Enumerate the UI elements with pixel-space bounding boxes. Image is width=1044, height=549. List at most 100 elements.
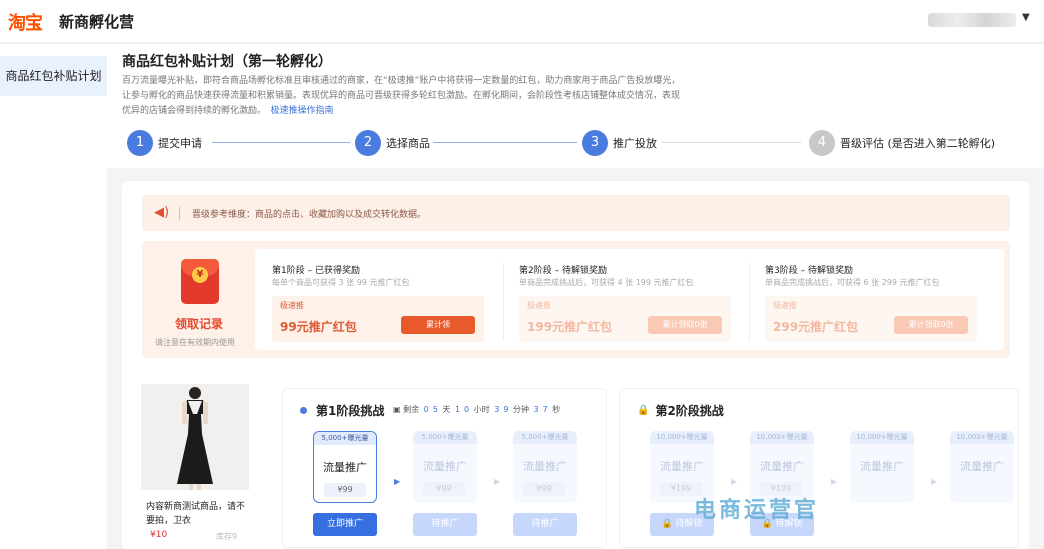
coupon-tag: 极速推	[527, 301, 551, 310]
watermark: 电商运营官	[694, 498, 820, 523]
promo-option[interactable]: 5,000+曝光量 流量推广 ¥99	[413, 431, 477, 503]
reward-stage-sub: 单商品完成挑战后，可获得 4 张 199 元推广红包	[519, 278, 694, 287]
active-dot-icon	[300, 407, 307, 414]
exposure-label: 5,000+曝光量	[314, 432, 376, 445]
promo-option[interactable]: 5,000+曝光量 流量推广 ¥99	[313, 431, 377, 503]
reward-stage-2: 第2阶段 – 待解锁奖励 单商品完成挑战后，可获得 4 张 199 元推广红包 …	[519, 263, 749, 343]
notice-bar: ◀) 晋级参考维度：商品的点击、收藏加购以及成交转化数据。	[142, 195, 1010, 231]
exposure-label: 10,000+曝光量	[950, 431, 1014, 444]
page-title: 商品红包补贴计划（第一轮孵化）	[122, 54, 332, 70]
sidebar-item-red-packet-plan[interactable]: 商品红包补贴计划	[0, 56, 107, 96]
step-label: 晋级评估 (是否进入第二轮孵化)	[840, 137, 996, 150]
page-description: 百万流量曝光补贴，即符合商品场孵化标准且审核通过的商家，在“极速推”账户中将获得…	[122, 74, 702, 119]
timer-digit: 3	[494, 405, 500, 414]
promo-price: ¥99	[523, 482, 565, 496]
claimed-count-button[interactable]: 累计领取0张	[648, 316, 722, 334]
exposure-label: 10,000+曝光量	[750, 431, 814, 444]
step-promotion: 3 推广投放	[582, 129, 657, 157]
stage-1-header: 第1阶段挑战	[300, 402, 384, 419]
coupon-amount: 299元推广红包	[773, 320, 859, 334]
coupon-amount: 199元推广红包	[527, 320, 613, 334]
promo-option[interactable]: 5,000+曝光量 流量推广 ¥99	[513, 431, 577, 503]
stage-2-header: 🔒 第2阶段挑战	[637, 402, 724, 419]
pending-promote-button[interactable]: 待推广	[413, 513, 477, 536]
step-number: 3	[582, 130, 608, 156]
arrow-right-icon: ▶	[394, 477, 401, 486]
arrow-right-icon: ▶	[931, 477, 938, 486]
main-panel: 商品红包补贴计划（第一轮孵化） 百万流量曝光补贴，即符合商品场孵化标准且审核通过…	[107, 44, 1044, 549]
coin-icon: ¥	[192, 267, 208, 283]
validity-hint: 请注意在有效期内使用	[155, 338, 235, 347]
timer-digit: 1	[454, 405, 461, 414]
step-submit: 1 提交申请	[127, 129, 202, 157]
coupon-amount: 99元推广红包	[280, 320, 357, 334]
promo-price: ¥99	[324, 483, 366, 497]
promo-option[interactable]: 10,000+曝光量 流量推广	[850, 431, 914, 503]
claimed-count-button[interactable]: 累计领	[401, 316, 475, 334]
claimed-count-button[interactable]: 累计领取0张	[894, 316, 968, 334]
step-number: 1	[127, 130, 153, 156]
reward-stage-sub: 每单个商品可获得 3 张 99 元推广红包	[272, 278, 410, 287]
promo-name: 流量推广	[960, 460, 1004, 473]
taobao-logo[interactable]: 淘宝	[8, 9, 43, 35]
product-card[interactable]: 内容新商测试商品，请不要拍，卫衣 ¥10 库存9	[141, 384, 249, 549]
claim-record-link[interactable]: 领取记录	[175, 315, 223, 332]
reward-stage-title: 第3阶段 – 待解锁奖励	[765, 266, 853, 276]
product-price: ¥10	[150, 530, 168, 540]
step-connector	[212, 142, 350, 143]
exposure-label: 10,000+曝光量	[850, 431, 914, 444]
clock-icon: ▣	[393, 405, 401, 414]
coupon-box: 极速推 299元推广红包 累计领取0张	[765, 296, 977, 342]
timer-unit: 秒	[552, 405, 561, 414]
lock-icon: 🔒	[637, 405, 650, 416]
step-select-product: 2 选择商品	[355, 129, 430, 157]
exposure-label: 5,000+曝光量	[413, 431, 477, 444]
lock-icon: 🔒	[661, 519, 676, 529]
guide-link[interactable]: 极速推操作指南	[271, 106, 334, 116]
divider	[179, 207, 180, 220]
step-connector	[433, 142, 577, 143]
step-label: 选择商品	[386, 137, 430, 150]
promo-name: 流量推广	[523, 460, 567, 473]
step-evaluation: 4 晋级评估 (是否进入第二轮孵化)	[809, 129, 995, 157]
coupon-tag: 极速推	[280, 301, 304, 310]
timer-unit: 分钟	[512, 405, 529, 414]
timer-digit: 0	[464, 405, 470, 414]
description-line: 让参与孵化的商品快速获得流量和积累销量。表现优异的商品可晋级获得多轮红包激励。在…	[122, 91, 681, 101]
description-text: 优异的店铺会得到持续的孵化激励。	[122, 106, 262, 116]
product-stock: 库存9	[216, 532, 238, 541]
reward-stages: 第1阶段 – 已获得奖励 每单个商品可获得 3 张 99 元推广红包 极速推 9…	[255, 249, 1004, 350]
timer-digit: 5	[432, 405, 438, 414]
step-label: 推广投放	[613, 137, 657, 150]
pending-promote-button[interactable]: 待推广	[513, 513, 577, 536]
promo-option[interactable]: 10,000+曝光量 流量推广	[950, 431, 1014, 503]
promo-name: 流量推广	[860, 460, 904, 473]
chevron-down-icon[interactable]: ▼	[1022, 12, 1030, 23]
account-name-blurred[interactable]	[928, 13, 1016, 27]
step-number: 2	[355, 130, 381, 156]
description-line: 优异的店铺会得到持续的孵化激励。 极速推操作指南	[122, 104, 702, 119]
exposure-label: 5,000+曝光量	[513, 431, 577, 444]
timer-digit: 3	[533, 405, 539, 414]
red-envelope-icon: ¥	[181, 259, 219, 304]
product-name: 内容新商测试商品，请不要拍，卫衣	[146, 502, 246, 526]
plan-card: ◀) 晋级参考维度：商品的点击、收藏加购以及成交转化数据。 ¥ 领取记录 请注意…	[122, 181, 1029, 549]
countdown-timer: ▣ 剩余 05 天 10 小时 39 分钟 37 秒	[393, 404, 560, 415]
step-label: 提交申请	[158, 137, 202, 150]
exposure-label: 10,000+曝光量	[650, 431, 714, 444]
product-image	[141, 384, 249, 490]
coupon-box: 极速推 199元推广红包 累计领取0张	[519, 296, 731, 342]
arrow-right-icon: ▶	[731, 477, 738, 486]
arrow-right-icon: ▶	[494, 477, 501, 486]
timer-unit: 天	[442, 405, 451, 414]
timer-digit: 7	[542, 405, 548, 414]
stage-title: 第2阶段挑战	[655, 404, 724, 418]
stage-title: 第1阶段挑战	[316, 404, 385, 418]
promote-now-button[interactable]: 立即推广	[313, 513, 377, 536]
reward-stage-title: 第2阶段 – 待解锁奖励	[519, 266, 607, 276]
notice-text: 晋级参考维度：商品的点击、收藏加购以及成交转化数据。	[192, 210, 427, 220]
step-number: 4	[809, 130, 835, 156]
timer-unit: 小时	[473, 405, 490, 414]
timer-digit: 0	[423, 405, 429, 414]
stage-2-panel: 🔒 第2阶段挑战 10,000+曝光量 流量推广 ¥199 ▶ 10,000+曝光…	[619, 388, 1019, 548]
